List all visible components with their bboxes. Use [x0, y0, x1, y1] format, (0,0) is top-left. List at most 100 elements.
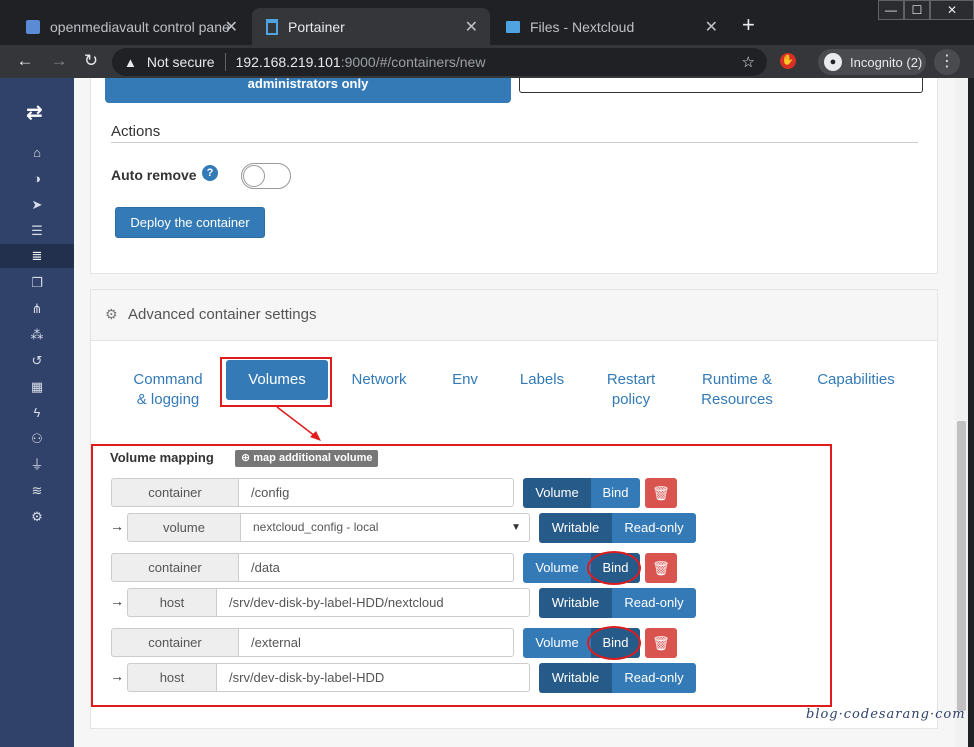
volume-type-button[interactable]: Volume — [523, 628, 591, 658]
scrollbar-thumb[interactable] — [957, 421, 966, 711]
dashboard-icon[interactable]: ◑ — [0, 167, 74, 191]
volume-type-button[interactable]: Volume — [523, 553, 591, 583]
portainer-logo-icon[interactable]: ⇄ — [26, 100, 43, 125]
tab-title: Portainer — [288, 18, 345, 35]
map-additional-label: map additional volume — [253, 452, 373, 464]
deploy-container-button[interactable]: Deploy the container — [115, 207, 265, 238]
readonly-button[interactable]: Read-only — [612, 513, 696, 543]
access-control-option[interactable]: administrators only — [105, 78, 511, 103]
tab-command-logging[interactable]: Command & logging — [127, 370, 209, 410]
readonly-button[interactable]: Read-only — [612, 663, 696, 693]
annotation-circle — [587, 626, 641, 660]
gear-icon: ⚙ — [105, 306, 118, 322]
networks-icon[interactable]: ⋔ — [0, 297, 74, 321]
advanced-title: Advanced container settings — [128, 306, 317, 323]
map-additional-volume-button[interactable]: ⊕ map additional volume — [235, 450, 379, 467]
container-label: container — [111, 553, 239, 582]
container-path-input[interactable]: /external — [239, 628, 514, 657]
container-path-input[interactable]: /data — [239, 553, 514, 582]
omv-favicon-icon — [26, 19, 40, 34]
tab-labels[interactable]: Labels — [514, 370, 570, 390]
trash-icon[interactable]: 🗑 — [645, 478, 677, 508]
help-icon[interactable]: ? — [202, 165, 218, 181]
writable-button[interactable]: Writable — [539, 588, 612, 618]
browser-tab-bar: openmediavault control panel - ✕ Portain… — [0, 0, 974, 45]
volumes-icon[interactable]: ⁂ — [0, 323, 74, 347]
scrollbar[interactable] — [955, 78, 968, 747]
incognito-icon: ● — [824, 53, 842, 71]
volume-select[interactable]: nextcloud_config - local ▼ — [241, 513, 530, 542]
plus-circle-icon: ⊕ — [241, 452, 251, 464]
app-templates-icon[interactable]: ➤ — [0, 193, 74, 217]
tab-runtime-resources[interactable]: Runtime & Resources — [691, 370, 783, 410]
extension-icon[interactable]: ✋ — [780, 53, 796, 69]
annotation-circle — [587, 551, 641, 585]
extensions-icon[interactable]: ϟ — [0, 401, 74, 425]
source-label: volume — [127, 513, 241, 542]
settings-icon[interactable]: ⚙ — [0, 505, 74, 529]
security-label: Not secure — [146, 54, 215, 70]
minimize-icon[interactable]: — — [878, 0, 904, 20]
sidebar: ⇄ ⌂ ◑ ➤ ☰ ≣ ❐ ⋔ ⁂ ↺ ▦ ϟ ⚇ ⏚ ≋ ⚙ — [0, 78, 74, 747]
host-path-input[interactable]: /srv/dev-disk-by-label-HDD/nextcloud — [217, 588, 530, 617]
watermark: blog·codesarang·com — [806, 707, 966, 722]
close-tab-icon[interactable]: ✕ — [465, 17, 478, 37]
source-label: host — [127, 663, 217, 692]
readonly-button[interactable]: Read-only — [612, 588, 696, 618]
source-label: host — [127, 588, 217, 617]
trash-icon[interactable]: 🗑 — [645, 553, 677, 583]
images-icon[interactable]: ❐ — [0, 271, 74, 295]
tab-restart-policy[interactable]: Restart policy — [601, 370, 661, 410]
incognito-label: Incognito (2) — [850, 54, 923, 70]
writable-button[interactable]: Writable — [539, 513, 612, 543]
tab-portainer[interactable]: Portainer ✕ — [252, 8, 490, 45]
container-path-input[interactable]: /config — [239, 478, 514, 507]
browser-menu-icon[interactable]: ⋮ — [934, 49, 960, 75]
close-tab-icon[interactable]: ✕ — [705, 17, 718, 37]
new-tab-button[interactable]: + — [742, 14, 755, 36]
tab-openmediavault[interactable]: openmediavault control panel - ✕ — [12, 8, 250, 45]
endpoints-icon[interactable]: ⏚ — [0, 453, 74, 477]
auto-remove-label: Auto remove — [111, 167, 197, 183]
stacks-icon[interactable]: ☰ — [0, 219, 74, 243]
close-window-icon[interactable]: ✕ — [930, 0, 974, 20]
url-path: :9000/#/containers/new — [340, 54, 486, 70]
tab-capabilities[interactable]: Capabilities — [811, 370, 901, 390]
close-tab-icon[interactable]: ✕ — [225, 17, 238, 37]
incognito-badge[interactable]: ● Incognito (2) — [818, 49, 926, 75]
users-icon[interactable]: ⚇ — [0, 427, 74, 451]
home-icon[interactable]: ⌂ — [0, 141, 74, 165]
volume-mapping-title: Volume mapping — [110, 450, 214, 465]
divider — [111, 142, 918, 143]
portainer-favicon-icon — [266, 18, 278, 35]
tab-nextcloud[interactable]: Files - Nextcloud ✕ — [492, 8, 730, 45]
container-label: container — [111, 628, 239, 657]
tab-title: openmediavault control panel - — [50, 18, 230, 35]
host-icon[interactable]: ▦ — [0, 375, 74, 399]
writable-button[interactable]: Writable — [539, 663, 612, 693]
registries-icon[interactable]: ≋ — [0, 479, 74, 503]
back-arrow-icon[interactable]: ← — [14, 51, 36, 71]
host-path-input[interactable]: /srv/dev-disk-by-label-HDD — [217, 663, 530, 692]
actions-title: Actions — [111, 123, 161, 140]
volume-select-value: nextcloud_config - local — [253, 520, 379, 534]
page-viewport: ⇄ ⌂ ◑ ➤ ☰ ≣ ❐ ⋔ ⁂ ↺ ▦ ϟ ⚇ ⏚ ≋ ⚙ administ… — [0, 78, 974, 747]
advanced-header: ⚙ Advanced container settings — [91, 290, 937, 341]
arrow-right-icon: → — [110, 668, 124, 684]
forward-arrow-icon[interactable]: → — [48, 51, 70, 71]
bind-type-button[interactable]: Bind — [591, 478, 640, 508]
maximize-icon[interactable]: ☐ — [904, 0, 930, 20]
bookmark-star-icon[interactable]: ☆ — [742, 53, 755, 71]
window-controls: — ☐ ✕ — [878, 0, 974, 22]
address-bar[interactable]: ▲ Not secure 192.168.219.101:9000/#/cont… — [112, 48, 767, 76]
events-icon[interactable]: ↺ — [0, 349, 74, 373]
chevron-down-icon: ▼ — [511, 522, 521, 533]
tab-env[interactable]: Env — [445, 370, 485, 390]
containers-icon[interactable]: ≣ — [0, 244, 74, 268]
reload-icon[interactable]: ↻ — [80, 51, 102, 71]
auto-remove-toggle[interactable] — [241, 163, 291, 189]
tab-network[interactable]: Network — [344, 370, 414, 390]
volume-type-button[interactable]: Volume — [523, 478, 591, 508]
access-input[interactable] — [519, 78, 923, 93]
trash-icon[interactable]: 🗑 — [645, 628, 677, 658]
